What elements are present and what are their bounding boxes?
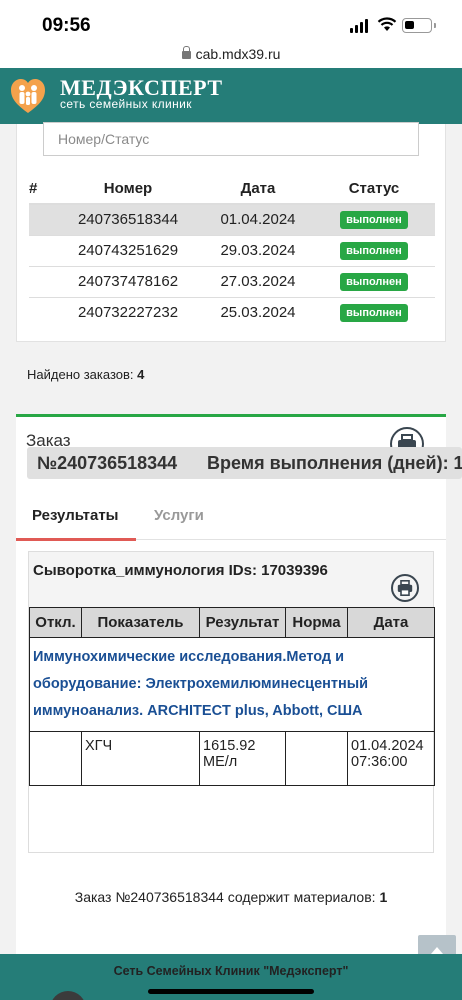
- table-row[interactable]: 240743251629 29.03.2024 выполнен: [29, 234, 435, 266]
- battery-icon: [402, 18, 436, 33]
- wifi-icon: [377, 17, 397, 31]
- order-date: 29.03.2024: [203, 234, 313, 266]
- results-group-row: Иммунохимические исследования.Метод и об…: [29, 637, 435, 732]
- col-index: #: [29, 174, 53, 205]
- main-content: # Номер Дата Статус 240736518344 01.04.2…: [0, 122, 462, 954]
- footer-logo-icon: [50, 991, 86, 1000]
- order-tabs: Результаты Услуги: [16, 493, 446, 541]
- url-text: cab.mdx39.ru: [195, 46, 281, 62]
- order-number-pill: №240736518344: [27, 447, 206, 479]
- method-title: Иммунохимические исследования.Метод и об…: [29, 637, 435, 732]
- table-row[interactable]: 240737478162 27.03.2024 выполнен: [29, 265, 435, 297]
- brand-tagline: сеть семейных клиник: [60, 97, 192, 111]
- status-badge: выполнен: [340, 211, 408, 230]
- footer-text: Сеть Семейных Клиник "Медэксперт": [113, 964, 349, 978]
- materials-label: Заказ №240736518344 содержит материалов:: [74, 889, 376, 905]
- orders-table: # Номер Дата Статус 240736518344 01.04.2…: [29, 174, 435, 328]
- order-details-card: Заказ №240736518344 Время выполнения (дн…: [16, 414, 462, 954]
- status-badge: выполнен: [340, 304, 408, 323]
- norm-cell: [285, 731, 348, 786]
- address-bar[interactable]: cab.mdx39.ru: [0, 46, 462, 68]
- col-result: Результат: [199, 607, 286, 638]
- active-tab-indicator: [16, 538, 136, 541]
- table-row[interactable]: 240736518344 01.04.2024 выполнен: [29, 203, 435, 235]
- clock: 09:56: [42, 15, 91, 36]
- print-results-button[interactable]: [391, 574, 419, 602]
- status-bar: 09:56: [0, 0, 462, 46]
- order-date: 25.03.2024: [203, 296, 313, 328]
- col-indicator: Показатель: [81, 607, 200, 638]
- result-cell: 1615.92 МЕ/л: [199, 731, 286, 786]
- order-number: 240732227232: [53, 296, 203, 328]
- table-row[interactable]: 240732227232 25.03.2024 выполнен: [29, 296, 435, 328]
- order-number: 240736518344: [53, 203, 203, 235]
- home-indicator: [148, 989, 314, 994]
- status-badge: выполнен: [340, 242, 408, 260]
- order-date: 01.04.2024: [203, 203, 313, 235]
- lock-icon: [181, 46, 191, 59]
- order-date: 27.03.2024: [203, 265, 313, 297]
- deviation-cell: [29, 731, 82, 786]
- col-status: Статус: [313, 174, 435, 205]
- indicator-cell: ХГЧ: [81, 731, 200, 786]
- orders-card: # Номер Дата Статус 240736518344 01.04.2…: [16, 122, 446, 342]
- order-number: 240737478162: [53, 265, 203, 297]
- results-table: Откл. Показатель Результат Норма Дата Им…: [29, 607, 435, 786]
- status-badge: выполнен: [340, 273, 408, 291]
- results-header: Сыворотка_иммунология IDs: 17039396: [29, 552, 433, 608]
- orders-table-header: # Номер Дата Статус: [29, 174, 435, 205]
- materials-summary: Заказ №240736518344 содержит материалов:…: [16, 889, 446, 905]
- family-logo-icon[interactable]: [9, 77, 47, 115]
- col-deviation: Откл.: [29, 607, 82, 638]
- col-date: Дата: [203, 174, 313, 205]
- tab-services[interactable]: Услуги: [154, 507, 204, 524]
- completion-time-pill: Время выполнения (дней): 1: [197, 447, 462, 479]
- site-header: МЕДЭКСПЕРТ сеть семейных клиник: [0, 68, 462, 182]
- table-row: ХГЧ 1615.92 МЕ/л 01.04.2024 07:36:00: [29, 731, 435, 786]
- found-orders-count: Найдено заказов: 4: [27, 367, 144, 382]
- materials-count: 1: [379, 889, 388, 905]
- results-table-header: Откл. Показатель Результат Норма Дата: [29, 607, 435, 638]
- found-label: Найдено заказов:: [27, 367, 134, 382]
- col-date: Дата: [347, 607, 435, 638]
- site-footer: Сеть Семейных Клиник "Медэксперт": [0, 954, 462, 1000]
- found-count: 4: [137, 367, 145, 382]
- results-panel: Сыворотка_иммунология IDs: 17039396 Откл…: [28, 551, 435, 853]
- orders-filter-input[interactable]: [43, 122, 419, 156]
- cellular-signal-icon: [350, 19, 368, 33]
- date-cell: 01.04.2024 07:36:00: [347, 731, 435, 786]
- printer-icon: [397, 580, 413, 596]
- col-number: Номер: [53, 174, 203, 205]
- tab-results[interactable]: Результаты: [32, 507, 118, 524]
- sample-caption: Сыворотка_иммунология IDs: 17039396: [33, 562, 328, 579]
- col-norm: Норма: [285, 607, 348, 638]
- order-number: 240743251629: [53, 234, 203, 266]
